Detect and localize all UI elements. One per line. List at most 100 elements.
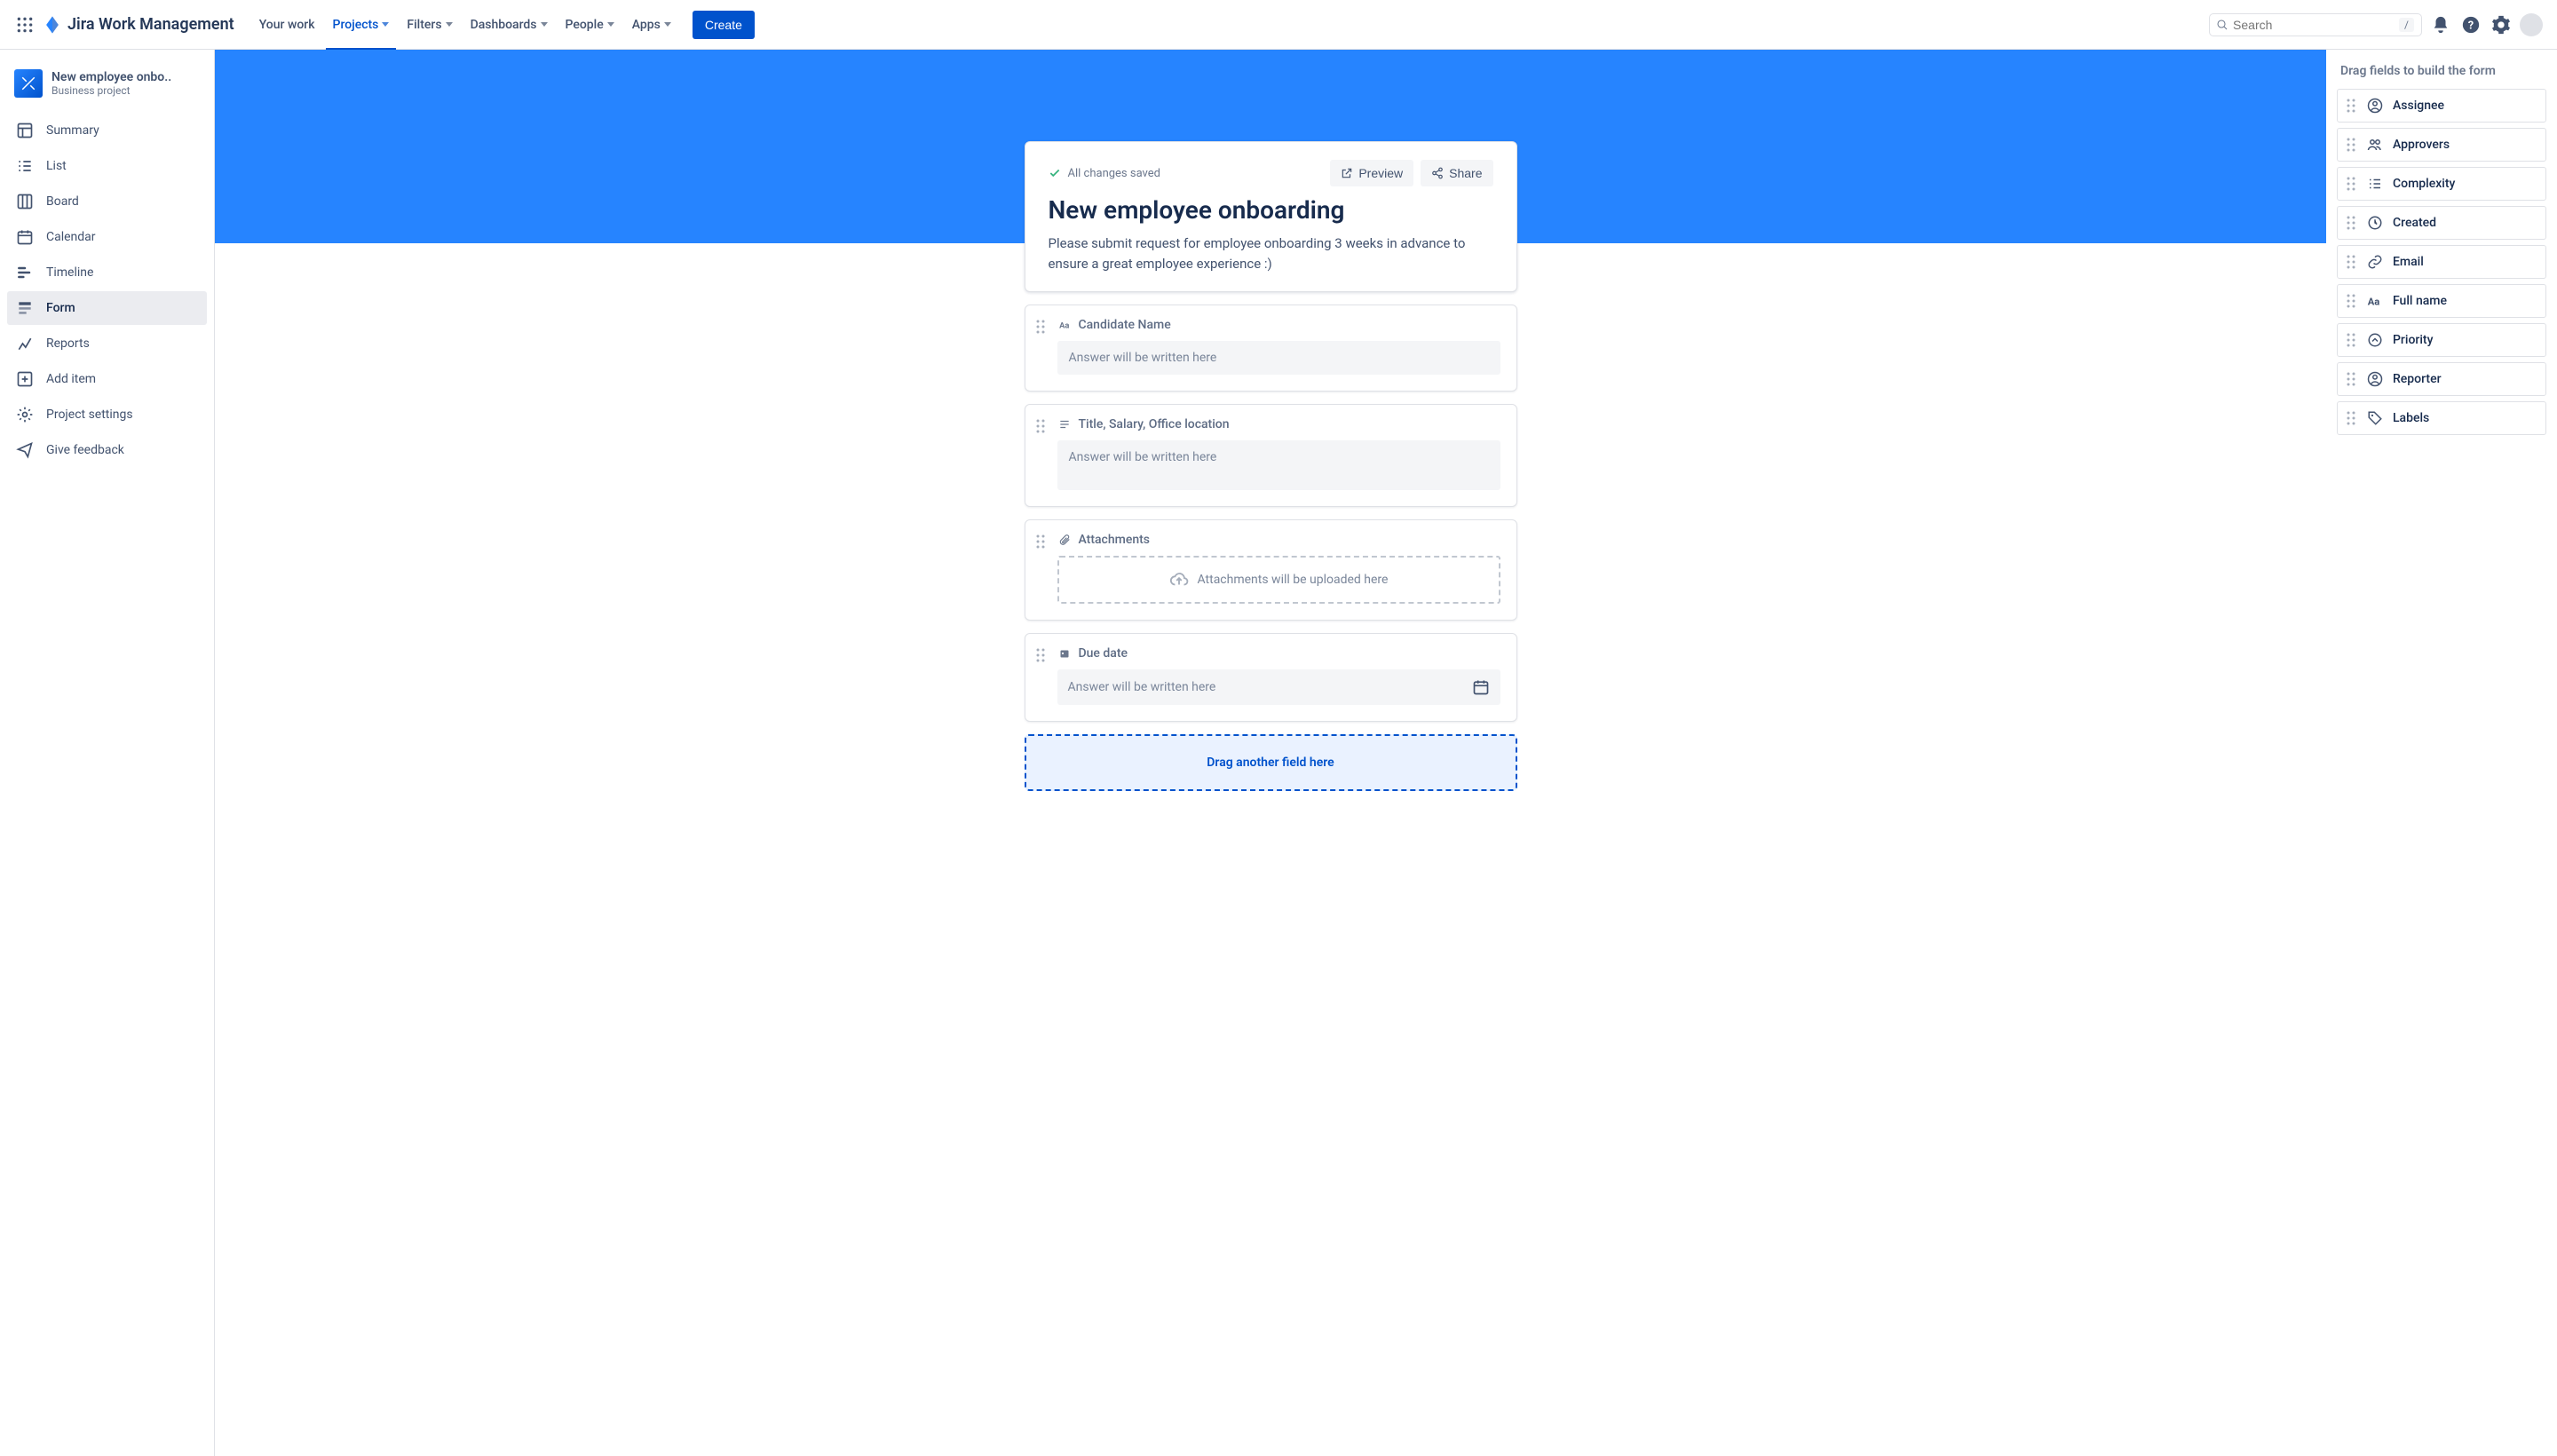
sidebar-item-list[interactable]: List (7, 149, 207, 183)
drag-handle-icon[interactable] (1036, 320, 1049, 334)
form-field-text[interactable]: AaCandidate NameAnswer will be written h… (1025, 305, 1517, 392)
rail-field-label: Approvers (2393, 138, 2450, 152)
date-input-placeholder: Answer will be written here (1057, 669, 1500, 705)
feedback-icon (16, 441, 34, 459)
chevron-down-icon (607, 22, 614, 27)
nav-projects[interactable]: Projects (326, 12, 397, 37)
settings-icon (16, 406, 34, 423)
list-icon (2366, 175, 2384, 193)
list-icon (16, 157, 34, 175)
sidebar-item-add-item[interactable]: Add item (7, 362, 207, 396)
notifications-icon[interactable] (2429, 13, 2452, 36)
nav-filters[interactable]: Filters (400, 12, 459, 37)
add-icon (16, 370, 34, 388)
sidebar-item-label: Summary (46, 123, 99, 138)
svg-text:Aa: Aa (2368, 297, 2380, 308)
settings-icon[interactable] (2490, 13, 2513, 36)
rail-field-label: Labels (2393, 411, 2429, 425)
logo[interactable]: Jira Work Management (43, 15, 234, 35)
nav-your-work[interactable]: Your work (252, 12, 322, 37)
project-name: New employee onbo.. (51, 70, 171, 84)
form-field-date[interactable]: Due dateAnswer will be written here (1025, 633, 1517, 722)
sidebar-item-reports[interactable]: Reports (7, 327, 207, 360)
priority-icon (2366, 331, 2384, 349)
rail-field-approvers[interactable]: Approvers (2337, 128, 2546, 162)
form-field-attachment[interactable]: AttachmentsAttachments will be uploaded … (1025, 519, 1517, 621)
drag-handle-icon[interactable] (1036, 648, 1049, 662)
paragraph-input-placeholder: Answer will be written here (1057, 440, 1500, 490)
link-icon (2366, 253, 2384, 271)
reports-icon (16, 335, 34, 352)
field-dropzone[interactable]: Drag another field here (1025, 734, 1517, 791)
project-type: Business project (51, 84, 171, 97)
drag-handle-icon (2347, 411, 2357, 425)
sidebar-item-label: Form (46, 301, 75, 315)
project-header[interactable]: New employee onbo.. Business project (7, 64, 207, 103)
sidebar-item-form[interactable]: Form (7, 291, 207, 325)
rail-field-label: Email (2393, 255, 2424, 269)
timeline-icon (16, 264, 34, 281)
rail-field-label: Priority (2393, 333, 2433, 347)
share-button[interactable]: Share (1421, 160, 1492, 186)
nav-dashboards[interactable]: Dashboards (463, 12, 555, 37)
app-switcher-icon[interactable] (14, 14, 36, 36)
rail-field-full-name[interactable]: AaFull name (2337, 284, 2546, 318)
attachment-icon (1057, 533, 1072, 547)
nav-apps[interactable]: Apps (625, 12, 678, 37)
nav-people[interactable]: People (558, 12, 621, 37)
rail-field-email[interactable]: Email (2337, 245, 2546, 279)
calendar-icon (1472, 678, 1490, 696)
field-label: Title, Salary, Office location (1057, 417, 1500, 431)
top-nav: Jira Work Management Your work Projects … (0, 0, 2557, 50)
rail-field-label: Reporter (2393, 372, 2442, 386)
rail-field-created[interactable]: Created (2337, 206, 2546, 240)
share-icon (1431, 167, 1444, 179)
preview-button[interactable]: Preview (1330, 160, 1413, 186)
logo-text: Jira Work Management (67, 15, 234, 34)
search-input[interactable] (2233, 18, 2394, 32)
drag-handle-icon[interactable] (1036, 419, 1049, 433)
users-icon (2366, 136, 2384, 154)
rail-field-label: Assignee (2393, 99, 2444, 113)
sidebar-item-give-feedback[interactable]: Give feedback (7, 433, 207, 467)
help-icon[interactable]: ? (2459, 13, 2482, 36)
drag-handle-icon[interactable] (1036, 534, 1049, 549)
form-header-card: All changes saved Preview Share New empl (1025, 141, 1517, 292)
sidebar-item-label: Timeline (46, 265, 93, 280)
drag-handle-icon (2347, 333, 2357, 347)
rail-field-complexity[interactable]: Complexity (2337, 167, 2546, 201)
chevron-down-icon (446, 22, 453, 27)
search-box[interactable]: / (2209, 13, 2422, 36)
sidebar-item-label: Add item (46, 372, 96, 386)
sidebar-item-summary[interactable]: Summary (7, 114, 207, 147)
upload-icon (1169, 570, 1189, 590)
date-icon (1057, 646, 1072, 661)
sidebar-item-label: Project settings (46, 408, 133, 422)
avatar[interactable] (2520, 13, 2543, 36)
clock-icon (2366, 214, 2384, 232)
sidebar-item-board[interactable]: Board (7, 185, 207, 218)
sidebar-item-calendar[interactable]: Calendar (7, 220, 207, 254)
nav-items: Your work Projects Filters Dashboards Pe… (252, 12, 678, 37)
rail-field-priority[interactable]: Priority (2337, 323, 2546, 357)
sidebar-item-label: Give feedback (46, 443, 124, 457)
project-avatar (14, 69, 43, 98)
form-description[interactable]: Please submit request for employee onboa… (1049, 233, 1493, 273)
sidebar-item-project-settings[interactable]: Project settings (7, 398, 207, 431)
search-shortcut: / (2399, 18, 2414, 32)
sidebar-item-label: Board (46, 194, 79, 209)
field-palette: Drag fields to build the form AssigneeAp… (2326, 50, 2557, 1456)
rail-field-label: Created (2393, 216, 2436, 230)
rail-field-labels[interactable]: Labels (2337, 401, 2546, 435)
sidebar-item-timeline[interactable]: Timeline (7, 256, 207, 289)
form-field-paragraph[interactable]: Title, Salary, Office location Answer wil… (1025, 404, 1517, 507)
sidebar: New employee onbo.. Business project Sum… (0, 50, 215, 1456)
sidebar-item-label: Reports (46, 336, 90, 351)
drag-handle-icon (2347, 216, 2357, 230)
rail-field-assignee[interactable]: Assignee (2337, 89, 2546, 123)
rail-field-reporter[interactable]: Reporter (2337, 362, 2546, 396)
user-icon (2366, 97, 2384, 115)
create-button[interactable]: Create (693, 11, 755, 39)
form-title[interactable]: New employee onboarding (1049, 195, 1493, 225)
sidebar-item-label: Calendar (46, 230, 96, 244)
